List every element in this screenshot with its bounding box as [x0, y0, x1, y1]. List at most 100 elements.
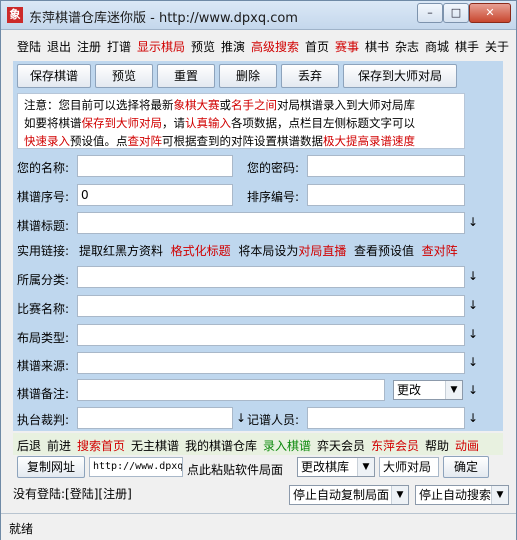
links-label: 实用链接: [17, 244, 70, 258]
name-input[interactable] [77, 155, 233, 177]
sort-label: 排序编号: [247, 190, 300, 204]
save-master-button[interactable]: 保存到大师对局 [343, 64, 457, 88]
confirm-button[interactable]: 确定 [443, 456, 489, 478]
delete-button[interactable]: 删除 [219, 64, 277, 88]
link-set-live-highlight: 对局直播 [298, 244, 347, 258]
url-input[interactable]: http://www.dpxq [89, 457, 183, 477]
notice-text: 对局棋谱录入到大师对局库 [277, 98, 415, 112]
close-button[interactable]: ✕ [469, 3, 511, 23]
status-text: 就绪 [9, 522, 34, 536]
menu-advanced-search[interactable]: 高级搜索 [251, 38, 299, 55]
arrow-down-icon[interactable]: ↓ [468, 383, 478, 397]
notice-text: 预设值。点 [70, 134, 128, 148]
menu-magazine[interactable]: 杂志 [395, 38, 419, 55]
title-label[interactable]: 棋谱标题: [17, 217, 69, 234]
link-check-pairing[interactable]: 查对阵 [422, 244, 458, 258]
paste-hint[interactable]: 点此粘贴软件局面 [187, 461, 283, 478]
menu-preview[interactable]: 预览 [191, 38, 215, 55]
save-button[interactable]: 保存棋谱 [17, 64, 91, 88]
title-bar: 象 东萍棋谱仓库迷你版 - http://www.dpxq.com – □ ✕ [1, 1, 516, 30]
source-input[interactable] [77, 352, 465, 374]
app-icon: 象 [7, 7, 23, 23]
menu-books[interactable]: 棋书 [365, 38, 389, 55]
password-input[interactable] [307, 155, 465, 177]
minimize-button[interactable]: – [417, 3, 443, 23]
library-select[interactable]: 更改棋库 ▼ [297, 457, 375, 477]
remark-input[interactable] [77, 379, 385, 401]
nav-my-library[interactable]: 我的棋谱仓库 [185, 437, 257, 454]
menu-login[interactable]: 登陆 [17, 38, 41, 55]
notice-highlight: 极大提高录谱速度 [323, 134, 415, 148]
notice-highlight: 快速录入 [24, 134, 70, 148]
arrow-down-icon[interactable]: ↓ [468, 298, 478, 312]
serial-label[interactable]: 棋谱序号: [17, 188, 69, 205]
layout-label[interactable]: 布局类型: [17, 329, 69, 346]
title-input[interactable] [77, 212, 465, 234]
arrow-down-icon[interactable]: ↓ [468, 355, 478, 369]
nav-search-home[interactable]: 搜索首页 [77, 437, 125, 454]
useful-links: 提取红黑方资料 格式化标题 将本局设为对局直播 查看预设值 查对阵 [79, 242, 458, 259]
recorder-input[interactable] [307, 407, 465, 429]
arrow-down-icon[interactable]: ↓ [468, 411, 478, 425]
recorder-label[interactable]: 记谱人员: [247, 411, 299, 428]
password-label: 您的密码: [247, 161, 300, 175]
menu-deduce[interactable]: 推演 [221, 38, 245, 55]
login-status[interactable]: 没有登陆:[登陆][注册] [13, 485, 132, 502]
nav-enter-game[interactable]: 录入棋谱 [263, 437, 311, 454]
chevron-down-icon: ▼ [357, 458, 374, 476]
master-input[interactable]: 大师对局 [379, 457, 439, 477]
auto-search-select-value: 停止自动搜索 [419, 488, 492, 502]
match-label[interactable]: 比赛名称: [17, 300, 69, 317]
name-label[interactable]: 您的名称: [17, 159, 69, 176]
remark-label[interactable]: 棋谱备注: [17, 385, 69, 402]
link-view-presets[interactable]: 查看预设值 [354, 244, 414, 258]
menu-home[interactable]: 首页 [305, 38, 329, 55]
nav-help[interactable]: 帮助 [425, 437, 449, 454]
bottom-nav: 后退 前进 搜索首页 无主棋谱 我的棋谱仓库 录入棋谱 弈天会员 东萍会员 帮助… [13, 433, 503, 455]
link-format-title[interactable]: 格式化标题 [171, 244, 231, 258]
match-input[interactable] [77, 295, 465, 317]
referee-input[interactable] [77, 407, 233, 429]
nav-back[interactable]: 后退 [17, 437, 41, 454]
sort-input[interactable] [307, 184, 465, 206]
auto-search-select[interactable]: 停止自动搜索 ▼ [415, 485, 509, 505]
auto-copy-select[interactable]: 停止自动复制局面 ▼ [289, 485, 409, 505]
arrow-down-icon[interactable]: ↓ [468, 215, 478, 229]
nav-dongping-member[interactable]: 东萍会员 [371, 437, 419, 454]
link-set-live-text: 将本局设为 [238, 244, 299, 258]
maximize-button[interactable]: □ [443, 3, 469, 23]
referee-label[interactable]: 执台裁判: [17, 411, 69, 428]
category-input[interactable] [77, 266, 465, 288]
preview-button[interactable]: 预览 [95, 64, 153, 88]
menu-players[interactable]: 棋手 [455, 38, 479, 55]
nav-forward[interactable]: 前进 [47, 437, 71, 454]
change-select-value: 更改 [397, 383, 422, 397]
serial-input[interactable]: 0 [77, 184, 233, 206]
nav-yitian-member[interactable]: 弈天会员 [317, 437, 365, 454]
menu-about[interactable]: 关于 [485, 38, 509, 55]
nav-animation[interactable]: 动画 [455, 437, 479, 454]
notice-highlight: 保存到大师对局 [81, 116, 163, 130]
reset-button[interactable]: 重置 [157, 64, 215, 88]
menu-shop[interactable]: 商城 [425, 38, 449, 55]
nav-orphan-games[interactable]: 无主棋谱 [131, 437, 179, 454]
layout-input[interactable] [77, 324, 465, 346]
menu-record[interactable]: 打谱 [107, 38, 131, 55]
change-select[interactable]: 更改 ▼ [393, 380, 463, 400]
status-bar: 就绪 [1, 513, 516, 540]
source-label[interactable]: 棋谱来源: [17, 357, 69, 374]
menu-show-game[interactable]: 显示棋局 [137, 38, 185, 55]
link-set-live[interactable]: 将本局设为对局直播 [238, 244, 346, 258]
menu-logout[interactable]: 退出 [47, 38, 71, 55]
category-label[interactable]: 所属分类: [17, 271, 69, 288]
link-extract-info[interactable]: 提取红黑方资料 [79, 244, 163, 258]
notice-box: 注意：您目前可以选择将最新象棋大赛或名手之间对局棋谱录入到大师对局库 如要将棋谱… [17, 93, 465, 149]
discard-button[interactable]: 丢弃 [281, 64, 339, 88]
arrow-down-icon[interactable]: ↓ [468, 327, 478, 341]
copy-url-button[interactable]: 复制网址 [17, 456, 85, 478]
menu-events[interactable]: 赛事 [335, 38, 359, 55]
library-select-value: 更改棋库 [301, 460, 350, 474]
menu-register[interactable]: 注册 [77, 38, 101, 55]
arrow-down-icon[interactable]: ↓ [468, 269, 478, 283]
arrow-down-icon[interactable]: ↓ [236, 411, 246, 425]
